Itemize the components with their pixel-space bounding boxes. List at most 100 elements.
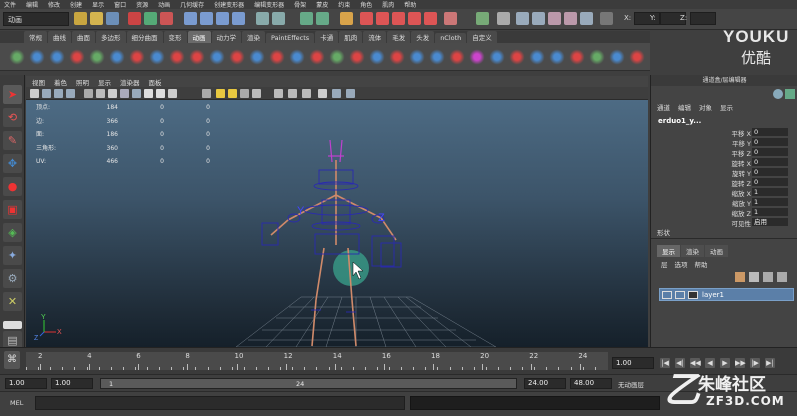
shelf-tool-icon[interactable]: [408, 48, 426, 66]
viewport-toolbar-icon[interactable]: [318, 89, 327, 98]
attribute-row[interactable]: 缩放 Y1: [651, 198, 797, 208]
viewport-toolbar-icon[interactable]: [228, 89, 237, 98]
shelf-tab[interactable]: 毛发: [387, 31, 411, 43]
viewport-menu-item[interactable]: 视图: [32, 77, 45, 87]
open-scene-icon[interactable]: [90, 12, 103, 25]
input-ops-icon[interactable]: [300, 12, 313, 25]
attribute-row[interactable]: 旋转 Z0: [651, 178, 797, 188]
viewport-menu-item[interactable]: 显示: [98, 77, 111, 87]
viewport-toolbar-icon[interactable]: [156, 89, 165, 98]
viewport-toolbar-icon[interactable]: [132, 89, 141, 98]
rotate-tool-icon[interactable]: ●: [3, 177, 22, 196]
attribute-value[interactable]: 启用: [752, 218, 788, 226]
render-settings-icon[interactable]: [408, 12, 421, 25]
layer-visibility-toggle[interactable]: [662, 291, 672, 299]
menu-item[interactable]: 显示: [92, 0, 104, 9]
menu-item[interactable]: 蒙皮: [316, 0, 328, 9]
menu-item[interactable]: 编辑变形器: [254, 0, 284, 9]
time-slider-icon[interactable]: ⌘: [4, 351, 20, 369]
modeling-toolkit-icon[interactable]: [497, 12, 510, 25]
channel-box-icon[interactable]: [773, 89, 783, 99]
show-manipulator-icon[interactable]: ⚙: [3, 269, 22, 288]
menu-item[interactable]: 窗口: [114, 0, 126, 9]
command-input[interactable]: [35, 396, 405, 410]
attribute-row[interactable]: 平移 X0: [651, 128, 797, 138]
menu-item[interactable]: 修改: [48, 0, 60, 9]
channel-box-menu-item[interactable]: 通道: [657, 102, 670, 112]
menu-set-select[interactable]: 动画: [3, 12, 69, 26]
snap-point-icon[interactable]: [216, 12, 229, 25]
shelf-tool-icon[interactable]: [308, 48, 326, 66]
shelf-tab[interactable]: 自定义: [467, 31, 497, 43]
shelf-tool-icon[interactable]: [88, 48, 106, 66]
move-up-icon[interactable]: [763, 272, 773, 282]
layer-editor-icon[interactable]: [785, 89, 795, 99]
viewport-toolbar-icon[interactable]: [144, 89, 153, 98]
playback-start-field[interactable]: 1.00: [51, 378, 93, 389]
ui-element-icon-3[interactable]: [548, 12, 561, 25]
snap-curve-icon[interactable]: [200, 12, 213, 25]
attribute-value[interactable]: 0: [752, 178, 788, 186]
attribute-row[interactable]: 缩放 X1: [651, 188, 797, 198]
menu-item[interactable]: 几何缓存: [180, 0, 204, 9]
shelf-tool-icon[interactable]: [268, 48, 286, 66]
shelf-tool-icon[interactable]: [208, 48, 226, 66]
menu-item[interactable]: 文件: [4, 0, 16, 9]
viewport-toolbar-icon[interactable]: [274, 89, 283, 98]
shelf-tab[interactable]: 头发: [411, 31, 435, 43]
viewport-toolbar-icon[interactable]: [252, 89, 261, 98]
perspective-viewport[interactable]: 顶点: 184 0 0 边: 366 0 0 面: 186 0 0 三角形: 360 0 0 UV: 466 0 0: [26, 100, 648, 347]
menu-item[interactable]: 肌肉: [382, 0, 394, 9]
shelf-tool-icon[interactable]: [68, 48, 86, 66]
shelf-tool-icon[interactable]: [188, 48, 206, 66]
render-globals-icon[interactable]: [444, 12, 457, 25]
menu-item[interactable]: 资源: [136, 0, 148, 9]
attribute-value[interactable]: 0: [752, 138, 788, 146]
new-layer-selected-icon[interactable]: [749, 272, 759, 282]
attribute-value[interactable]: 0: [752, 158, 788, 166]
select-hierarchy-icon[interactable]: [128, 12, 141, 25]
mel-label[interactable]: MEL: [10, 399, 23, 407]
shelf-tool-icon[interactable]: [48, 48, 66, 66]
shelf-tool-icon[interactable]: [128, 48, 146, 66]
playback-button[interactable]: ◀◀: [690, 358, 701, 368]
attribute-value[interactable]: 0: [752, 148, 788, 156]
playback-button[interactable]: ◀|: [675, 358, 685, 368]
viewport-toolbar-icon[interactable]: [42, 89, 51, 98]
viewport-toolbar-icon[interactable]: [120, 89, 129, 98]
viewport-toolbar-icon[interactable]: [66, 89, 75, 98]
snap-plane-icon[interactable]: [232, 12, 245, 25]
move-down-icon[interactable]: [777, 272, 787, 282]
viewport-toolbar-icon[interactable]: [30, 89, 39, 98]
viewport-toolbar-icon[interactable]: [96, 89, 105, 98]
shelf-tab[interactable]: 常规: [24, 31, 47, 43]
shelf-tool-icon[interactable]: [28, 48, 46, 66]
shelf-tab[interactable]: 肌肉: [339, 31, 363, 43]
hypershade-icon[interactable]: [424, 12, 437, 25]
x-coord-field[interactable]: [634, 12, 660, 25]
attribute-row[interactable]: 旋转 Y0: [651, 168, 797, 178]
menu-item[interactable]: 角色: [360, 0, 372, 9]
layer-tab[interactable]: 动画: [705, 245, 728, 257]
transform-mode-icon[interactable]: [600, 12, 613, 25]
move-tool-icon[interactable]: ✥: [3, 154, 22, 173]
shelf-tool-icon[interactable]: [288, 48, 306, 66]
viewport-toolbar-icon[interactable]: [54, 89, 63, 98]
select-object-icon[interactable]: [144, 12, 157, 25]
scale-tool-icon[interactable]: ▣: [3, 200, 22, 219]
layer-menu-item[interactable]: 层: [661, 259, 668, 269]
menu-item[interactable]: 编辑: [26, 0, 38, 9]
attribute-value[interactable]: 1: [752, 208, 788, 216]
playback-button[interactable]: ◀: [705, 358, 715, 368]
viewport-toolbar-icon[interactable]: [288, 89, 297, 98]
shelf-tool-icon[interactable]: [348, 48, 366, 66]
save-scene-icon[interactable]: [106, 12, 119, 25]
viewport-menu-item[interactable]: 面板: [149, 77, 162, 87]
shelf-tool-icon[interactable]: [228, 48, 246, 66]
viewport-toolbar-icon[interactable]: [332, 89, 341, 98]
animation-start-field[interactable]: 1.00: [5, 378, 47, 389]
menu-item[interactable]: 骨架: [294, 0, 306, 9]
attribute-value[interactable]: 1: [752, 198, 788, 206]
menu-item[interactable]: 约束: [338, 0, 350, 9]
viewport-toolbar-icon[interactable]: [84, 89, 93, 98]
